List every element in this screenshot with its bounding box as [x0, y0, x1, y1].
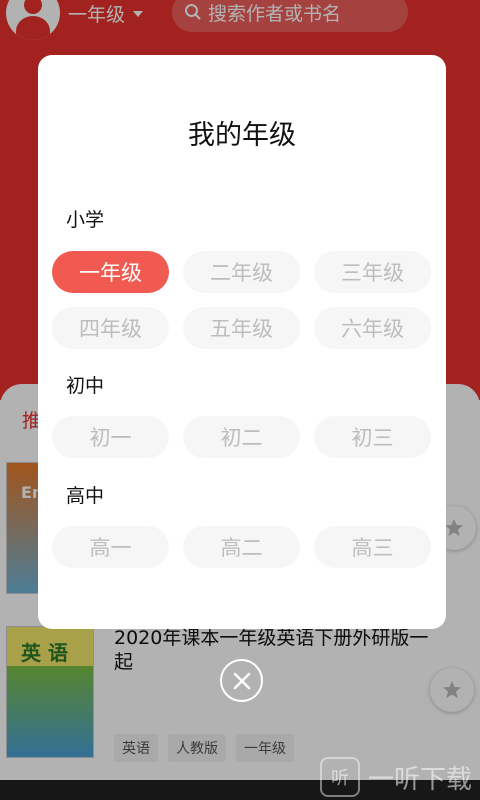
section-label-middle: 初中	[66, 375, 105, 397]
watermark-logo: 听	[320, 757, 360, 797]
section-label-high: 高中	[66, 485, 105, 507]
section-label-primary: 小学	[66, 209, 105, 231]
grade-picker-dialog: 我的年级 小学 一年级 二年级 三年级 四年级 五年级 六年级 初中 初一 初二…	[38, 55, 446, 629]
close-icon	[233, 672, 250, 689]
grade-chip[interactable]: 初一	[52, 416, 169, 458]
grade-chip[interactable]: 五年级	[183, 307, 300, 349]
grade-chip[interactable]: 初二	[183, 416, 300, 458]
dialog-title: 我的年级	[188, 120, 296, 151]
grade-chip[interactable]: 三年级	[314, 251, 431, 293]
grade-chip[interactable]: 二年级	[183, 251, 300, 293]
grade-chip[interactable]: 六年级	[314, 307, 431, 349]
grade-chip[interactable]: 一年级	[52, 251, 169, 293]
grade-chip[interactable]: 初三	[314, 416, 431, 458]
watermark-text: 一听下载	[368, 764, 473, 795]
close-button[interactable]	[220, 659, 263, 702]
grade-chip[interactable]: 高二	[183, 526, 300, 568]
grade-chip[interactable]: 四年级	[52, 307, 169, 349]
grade-chip[interactable]: 高三	[314, 526, 431, 568]
grade-chip[interactable]: 高一	[52, 526, 169, 568]
watermark: 听 一听下载	[320, 757, 472, 797]
